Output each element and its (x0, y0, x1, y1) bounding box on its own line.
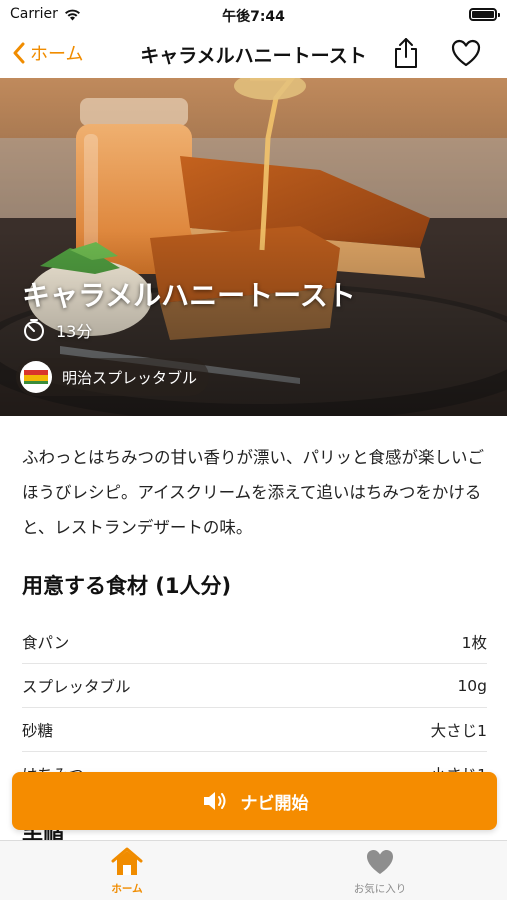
ingredients-heading: 用意する食材 (1人分) (22, 574, 232, 598)
tab-bar: ホーム お気に入り (0, 840, 507, 900)
ingredient-row: スプレッタブル 10g (22, 664, 487, 708)
recipe-hero-image: キャラメルハニートースト 13分 明治スプレッタブル (0, 78, 507, 416)
brand-chip[interactable]: 明治スプレッタブル (16, 358, 210, 396)
status-bar: Carrier 午後7:44 (0, 0, 507, 30)
tab-favorites-label: お気に入り (353, 883, 407, 895)
start-navigation-button[interactable]: ナビ開始 (12, 772, 497, 830)
speaker-icon (203, 792, 225, 810)
heart-filled-icon (367, 850, 393, 874)
ingredient-amount: 大さじ1 (430, 721, 487, 740)
timer-icon (24, 319, 44, 341)
tab-favorites[interactable]: お気に入り (320, 847, 440, 899)
ingredient-list: 食パン 1枚 スプレッタブル 10g 砂糖 大さじ1 はちみつ 小さじ1 (22, 620, 487, 796)
back-button[interactable]: ホーム (12, 38, 83, 68)
share-button[interactable] (391, 36, 421, 70)
ingredient-amount: 10g (457, 676, 487, 695)
ingredient-name: 砂糖 (22, 721, 54, 740)
tab-home[interactable]: ホーム (67, 847, 187, 899)
page-title: キャラメルハニートースト (140, 45, 367, 67)
brand-name: 明治スプレッタブル (62, 368, 198, 387)
navigation-bar: ホーム キャラメルハニートースト (0, 30, 507, 78)
cooking-time: 13分 (22, 318, 92, 342)
recipe-description: ふわっとはちみつの甘い香りが漂い、パリッと食感が楽しいごほうびレシピ。アイスクリ… (22, 448, 484, 537)
ingredient-name: 食パン (22, 633, 70, 652)
ingredient-row: 砂糖 大さじ1 (22, 708, 487, 752)
ingredient-row: 食パン 1枚 (22, 620, 487, 664)
home-icon (111, 847, 143, 875)
heart-outline-icon (451, 39, 481, 67)
ingredient-amount: 1枚 (461, 633, 487, 652)
battery-icon (469, 8, 500, 21)
favorite-button[interactable] (450, 38, 482, 68)
ingredient-name: スプレッタブル (22, 677, 131, 696)
start-navigation-label: ナビ開始 (240, 793, 309, 814)
status-time: 午後7:44 (222, 9, 285, 25)
cooking-time-label: 13分 (56, 322, 93, 341)
back-button-label: ホーム (30, 44, 84, 65)
tab-home-label: ホーム (111, 883, 143, 895)
recipe-title: キャラメルハニートースト (22, 279, 356, 312)
share-icon (395, 38, 417, 68)
brand-logo (20, 361, 52, 393)
chevron-left-icon (13, 42, 25, 64)
